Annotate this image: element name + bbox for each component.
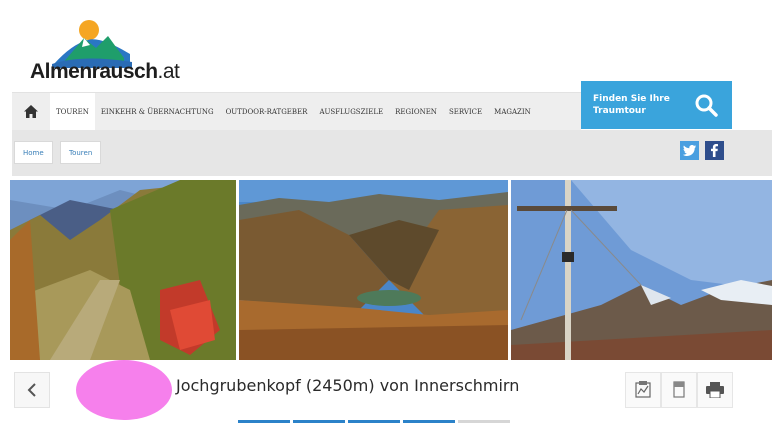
nav-item-service[interactable]: SERVICE <box>443 93 488 130</box>
nav-item-einkehr[interactable]: EINKEHR & ÜBERNACHTUNG <box>95 93 220 130</box>
main-navigation: TOUREN EINKEHR & ÜBERNACHTUNG OUTDOOR-RA… <box>12 92 581 130</box>
gallery-photo-3[interactable] <box>511 180 772 360</box>
bookmark-button[interactable] <box>661 372 697 408</box>
search-icon <box>695 94 718 117</box>
tour-title: Jochgrubenkopf (2450m) von Innerschmirn <box>176 376 520 395</box>
nav-item-magazin[interactable]: MAGAZIN <box>488 93 537 130</box>
map-icon <box>635 381 651 398</box>
redacted-region <box>76 360 172 420</box>
nav-item-outdoor-ratgeber[interactable]: OUTDOOR-RATGEBER <box>220 93 314 130</box>
print-button[interactable] <box>697 372 733 408</box>
autumn-path-photo <box>10 180 236 360</box>
nav-home-button[interactable] <box>12 93 50 130</box>
gallery-photo-1[interactable] <box>10 180 236 360</box>
home-icon <box>24 105 38 118</box>
brand-logo[interactable]: Almenrausch.at <box>30 10 200 86</box>
facebook-f-icon <box>711 144 718 157</box>
find-tour-label: Finden Sie Ihre Traumtour <box>593 94 670 116</box>
find-tour-button[interactable]: Finden Sie Ihre Traumtour <box>581 81 732 129</box>
print-icon <box>706 382 724 398</box>
bookmark-icon <box>673 381 685 398</box>
brand-tld-text: .at <box>157 60 180 83</box>
gallery-photo-2[interactable] <box>239 180 508 360</box>
breadcrumb-touren[interactable]: Touren <box>60 141 102 164</box>
tour-header: Jochgrubenkopf (2450m) von Innerschmirn <box>0 360 772 423</box>
twitter-bird-icon <box>683 145 696 156</box>
summit-cross-photo <box>511 180 772 360</box>
breadcrumb-bar: Home Touren <box>12 130 772 176</box>
twitter-icon[interactable] <box>680 141 699 160</box>
previous-tour-button[interactable] <box>14 372 50 408</box>
brand-name-text: Almenrausch <box>30 60 158 83</box>
map-button[interactable] <box>625 372 661 408</box>
nav-item-touren[interactable]: TOUREN <box>50 93 95 130</box>
valley-lake-photo <box>239 180 508 360</box>
brand-name: Almenrausch.at <box>30 60 180 84</box>
breadcrumb-home[interactable]: Home <box>14 141 53 164</box>
nav-item-ausflugsziele[interactable]: AUSFLUGSZIELE <box>313 93 389 130</box>
chevron-left-icon <box>27 383 36 397</box>
nav-item-regionen[interactable]: REGIONEN <box>389 93 443 130</box>
facebook-icon[interactable] <box>705 141 724 160</box>
